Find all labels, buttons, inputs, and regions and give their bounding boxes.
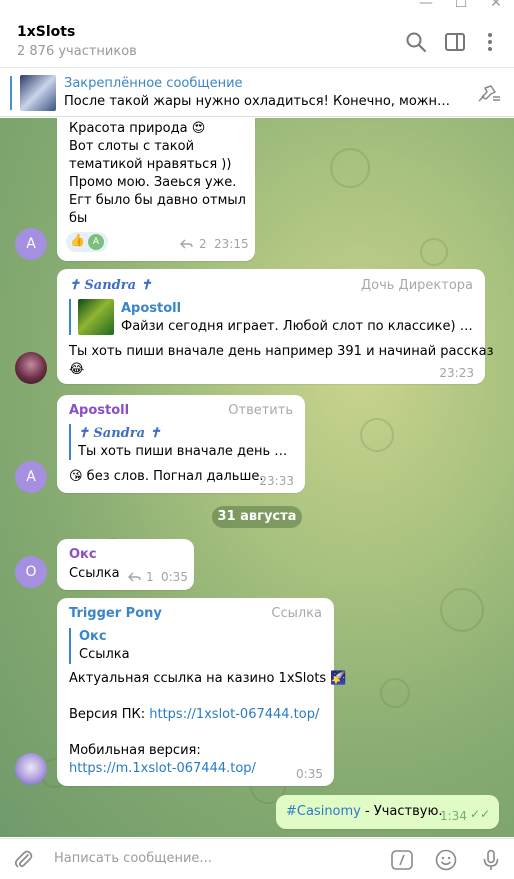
reply-accent-bar	[69, 628, 71, 664]
message-text: Ты хоть пиши вначале день например 391 и…	[69, 344, 494, 359]
pinned-title: Закреплённое сообщение	[64, 76, 243, 91]
message-input[interactable]: Написать сообщение...	[54, 851, 212, 866]
avatar[interactable]	[15, 352, 47, 384]
message-bubble[interactable]: ✝ Sandra ✝ Дочь Директора Apostoll Файзи…	[57, 269, 494, 384]
message-bubble[interactable]: Окс Ссылка 1 0:35	[57, 539, 194, 590]
message-time: 1:34	[440, 809, 467, 823]
close-button[interactable]: ✕	[486, 0, 506, 12]
hashtag-link[interactable]: #Casinomy	[286, 804, 361, 819]
minimize-button[interactable]: —	[416, 0, 436, 12]
reply-count[interactable]: 2	[199, 237, 207, 251]
pc-version-label: Версия ПК:	[69, 707, 150, 722]
sender-name[interactable]: Apostoll	[69, 403, 129, 418]
avatar[interactable]: O	[15, 556, 47, 588]
background-doodle	[380, 678, 410, 708]
sender-name[interactable]: ✝ Sandra ✝	[69, 278, 151, 293]
message-time: 23:23	[439, 366, 474, 380]
sender-role: Дочь Директора	[360, 278, 473, 293]
pinned-text: После такой жары нужно охладиться! Конеч…	[64, 94, 454, 109]
reaction-avatar: A	[88, 234, 104, 250]
message-bubble[interactable]: Apostoll Ответить ✝ Sandra ✝ Ты хоть пиш…	[57, 395, 305, 493]
message-bubble[interactable]: Красота природа 😍 Вот слоты с такой тема…	[57, 118, 255, 261]
message-text: Ссылка	[69, 566, 120, 581]
reply-text: Файзи сегодня играет. Любой слот по клас…	[121, 319, 473, 334]
date-separator: 31 августа	[212, 506, 302, 528]
message-time: 0:35	[296, 767, 323, 781]
reaction-badge[interactable]: 👍 A	[66, 232, 108, 252]
sidebar-toggle-icon[interactable]	[443, 30, 467, 54]
message-input-bar: Написать сообщение...	[0, 838, 514, 879]
message-text: тематикой нравяться ))	[69, 157, 232, 172]
outgoing-message-bubble[interactable]: #Casinomy - Участвую. 1:34 ✓✓	[276, 795, 499, 829]
message-time: 23:15	[214, 237, 249, 251]
reply-thumbnail	[78, 299, 114, 335]
pc-version-link[interactable]: https://1xslot-067444.top/	[149, 707, 319, 722]
reply-count[interactable]: 1	[146, 570, 154, 584]
member-count: 2 876 участников	[17, 44, 137, 59]
message-text: Версия ПК: https://1xslot-067444.top/	[69, 706, 319, 724]
reply-arrow-icon[interactable]	[127, 571, 141, 583]
reply-sender: Apostoll	[121, 301, 182, 316]
background-doodle	[360, 418, 394, 452]
message-body: - Участвую.	[360, 804, 443, 819]
window-titlebar: — ☐ ✕	[0, 0, 514, 16]
reply-arrow-icon[interactable]	[179, 238, 193, 250]
sender-name[interactable]: Окс	[69, 547, 97, 562]
read-checkmarks-icon: ✓✓	[470, 807, 491, 821]
reply-text: Ты хоть пиши вначале день нап...	[78, 444, 294, 459]
reply-sender: ✝ Sandra ✝	[78, 426, 161, 441]
mobile-version-link[interactable]: https://m.1xslot-067444.top/	[69, 760, 256, 778]
bot-commands-icon[interactable]	[390, 848, 414, 872]
reply-sender: Окс	[79, 629, 107, 644]
message-text: бы	[69, 211, 88, 226]
message-time: 23:33	[259, 474, 294, 488]
message-text: Актуальная ссылка на казино 1xSlots 🌠	[69, 671, 347, 686]
chat-messages-area[interactable]: A Красота природа 😍 Вот слоты с такой те…	[0, 118, 514, 837]
maximize-button[interactable]: ☐	[451, 0, 471, 12]
chat-title: 1xSlots	[17, 24, 76, 40]
sender-role: Ссылка	[271, 606, 322, 621]
search-icon[interactable]	[404, 30, 428, 54]
avatar[interactable]: A	[15, 228, 47, 260]
message-bubble[interactable]: Trigger Pony Ссылка Окс Ссылка Актуальна…	[57, 598, 347, 786]
pinned-message[interactable]: Закреплённое сообщение После такой жары …	[0, 69, 514, 117]
background-doodle	[420, 238, 448, 266]
more-options-icon[interactable]	[478, 30, 502, 54]
message-text: #Casinomy - Участвую.	[286, 803, 443, 821]
sender-name[interactable]: Trigger Pony	[69, 606, 162, 621]
unpin-icon[interactable]	[476, 83, 502, 103]
reply-button[interactable]: Ответить	[228, 403, 293, 418]
reply-accent-bar	[69, 299, 71, 335]
message-time: 0:35	[161, 570, 188, 584]
message-text: Красота природа 😍	[69, 121, 206, 136]
chat-header[interactable]: 1xSlots 2 876 участников	[0, 16, 514, 68]
pinned-accent-bar	[10, 76, 12, 110]
avatar[interactable]	[15, 753, 47, 785]
background-doodle	[440, 588, 484, 632]
avatar[interactable]: A	[15, 461, 47, 493]
pinned-thumbnail	[20, 75, 56, 111]
mobile-version-label: Мобильная версия:	[69, 743, 201, 758]
message-text: 😘 без слов. Погнал дальше.	[69, 469, 264, 484]
emoji-icon[interactable]	[434, 848, 458, 872]
thumbs-up-icon: 👍	[70, 233, 85, 247]
laughing-emoji-icon: 😂	[69, 362, 85, 377]
attach-icon[interactable]	[12, 848, 36, 872]
reply-accent-bar	[69, 424, 71, 460]
message-text: Вот слоты с такой	[69, 139, 195, 154]
message-text: Промо мою. Заеься уже.	[69, 175, 237, 190]
background-doodle	[330, 148, 370, 188]
microphone-icon[interactable]	[479, 848, 503, 872]
reply-text: Ссылка	[79, 647, 130, 662]
message-text: Егт было бы давно отмыл	[69, 193, 246, 208]
